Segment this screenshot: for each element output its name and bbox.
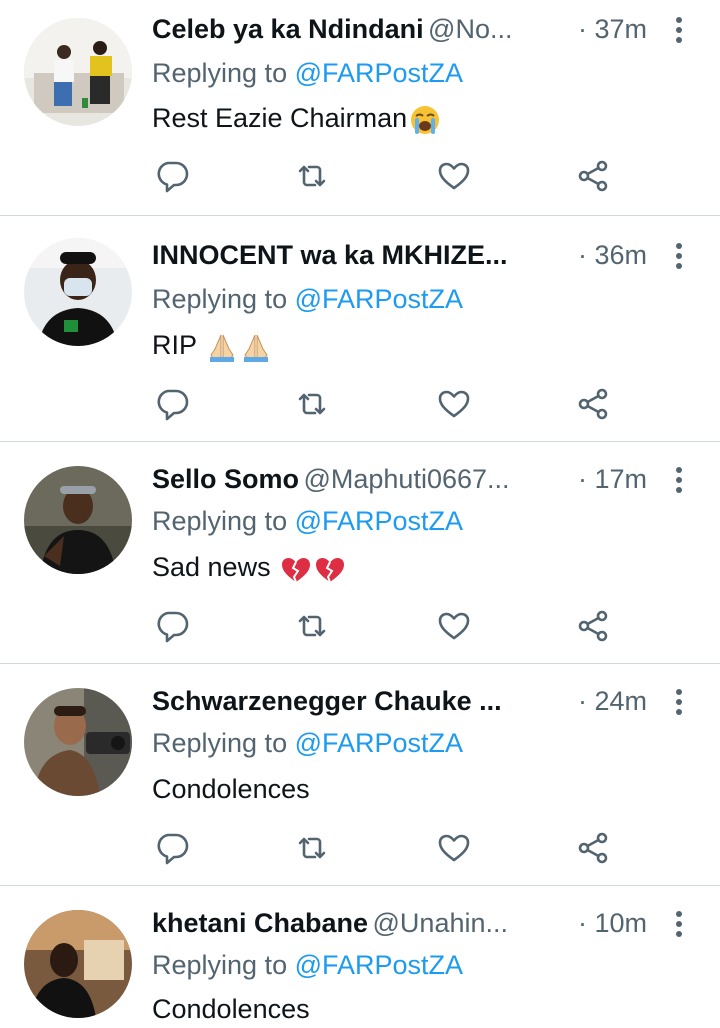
more-options-icon[interactable]	[672, 686, 686, 718]
more-options-icon[interactable]	[672, 240, 686, 272]
like-icon[interactable]	[436, 830, 472, 866]
tweet-text: Condolences	[152, 994, 310, 1025]
reply-icon[interactable]	[154, 608, 190, 644]
replying-prefix: Replying to	[152, 506, 295, 536]
tweet-header: INNOCENT wa ka MKHIZE... · 36m	[152, 240, 692, 274]
tweet-header: Celeb ya ka Ndindani @No... · 37m	[152, 14, 692, 48]
timestamp[interactable]: · 37m	[578, 14, 647, 45]
replying-to: Replying to @FARPostZA	[152, 950, 463, 981]
tweet-text-content: RIP	[152, 330, 205, 360]
reply-icon[interactable]	[154, 386, 190, 422]
loudly-crying-face-icon	[409, 104, 441, 136]
replying-prefix: Replying to	[152, 58, 295, 88]
broken-heart-icon	[314, 553, 346, 585]
retweet-icon[interactable]	[294, 608, 330, 644]
tweet-text: Condolences	[152, 774, 310, 805]
replying-to: Replying to @FARPostZA	[152, 728, 463, 759]
tweet-text: RIP	[152, 330, 272, 363]
folded-hands-icon	[240, 331, 272, 363]
tweet-text: Rest Eazie Chairman	[152, 103, 441, 136]
display-name[interactable]: Sello Somo	[152, 464, 299, 494]
tweet-actions	[152, 608, 622, 648]
reply-icon[interactable]	[154, 158, 190, 194]
replying-to: Replying to @FARPostZA	[152, 284, 463, 315]
replying-prefix: Replying to	[152, 728, 295, 758]
mention-link[interactable]: @FARPostZA	[295, 506, 463, 536]
tweet-actions	[152, 158, 622, 198]
reply-icon[interactable]	[154, 830, 190, 866]
user-handle[interactable]: @Maphuti0667...	[303, 464, 509, 494]
tweet-actions	[152, 386, 622, 426]
tweet-text: Sad news	[152, 552, 346, 585]
tweet-text-content: Rest Eazie Chairman	[152, 103, 408, 133]
mention-link[interactable]: @FARPostZA	[295, 284, 463, 314]
tweet-actions	[152, 830, 622, 870]
mention-link[interactable]: @FARPostZA	[295, 728, 463, 758]
display-name[interactable]: khetani Chabane	[152, 908, 368, 938]
display-name[interactable]: Celeb ya ka Ndindani	[152, 14, 424, 44]
share-icon[interactable]	[576, 608, 612, 644]
mention-link[interactable]: @FARPostZA	[295, 58, 463, 88]
share-icon[interactable]	[576, 158, 612, 194]
more-options-icon[interactable]	[672, 14, 686, 46]
retweet-icon[interactable]	[294, 830, 330, 866]
tweet-header: Sello Somo @Maphuti0667... · 17m	[152, 464, 692, 498]
mention-link[interactable]: @FARPostZA	[295, 950, 463, 980]
share-icon[interactable]	[576, 830, 612, 866]
like-icon[interactable]	[436, 158, 472, 194]
more-options-icon[interactable]	[672, 464, 686, 496]
replying-prefix: Replying to	[152, 284, 295, 314]
broken-heart-icon	[280, 553, 312, 585]
display-name[interactable]: Schwarzenegger Chauke ...	[152, 686, 502, 716]
retweet-icon[interactable]	[294, 158, 330, 194]
tweet-text-content: Condolences	[152, 774, 310, 804]
tweet-text-content: Sad news	[152, 552, 279, 582]
like-icon[interactable]	[436, 386, 472, 422]
replying-prefix: Replying to	[152, 950, 295, 980]
replying-to: Replying to @FARPostZA	[152, 506, 463, 537]
tweet-header: khetani Chabane @Unahin... · 10m	[152, 908, 692, 942]
tweet-text-content: Condolences	[152, 994, 310, 1024]
share-icon[interactable]	[576, 386, 612, 422]
retweet-icon[interactable]	[294, 386, 330, 422]
user-handle[interactable]: @Unahin...	[373, 908, 508, 938]
avatar[interactable]	[24, 238, 132, 346]
more-options-icon[interactable]	[672, 908, 686, 940]
avatar[interactable]	[24, 910, 132, 1018]
reply-tweet[interactable]: INNOCENT wa ka MKHIZE... · 36m Replying …	[0, 216, 720, 442]
folded-hands-icon	[206, 331, 238, 363]
tweet-header: Schwarzenegger Chauke ... · 24m	[152, 686, 692, 720]
replying-to: Replying to @FARPostZA	[152, 58, 463, 89]
user-handle[interactable]: @No...	[428, 14, 512, 44]
display-name[interactable]: INNOCENT wa ka MKHIZE...	[152, 240, 508, 270]
timestamp[interactable]: · 10m	[578, 908, 647, 939]
reply-tweet[interactable]: Schwarzenegger Chauke ... · 24m Replying…	[0, 664, 720, 886]
timestamp[interactable]: · 17m	[578, 464, 647, 495]
like-icon[interactable]	[436, 608, 472, 644]
reply-tweet[interactable]: Sello Somo @Maphuti0667... · 17m Replyin…	[0, 442, 720, 664]
avatar[interactable]	[24, 466, 132, 574]
avatar[interactable]	[24, 18, 132, 126]
avatar[interactable]	[24, 688, 132, 796]
reply-tweet[interactable]: Celeb ya ka Ndindani @No... · 37m Replyi…	[0, 0, 720, 216]
reply-tweet[interactable]: khetani Chabane @Unahin... · 10m Replyin…	[0, 886, 720, 1028]
timestamp[interactable]: · 36m	[578, 240, 647, 271]
timestamp[interactable]: · 24m	[578, 686, 647, 717]
